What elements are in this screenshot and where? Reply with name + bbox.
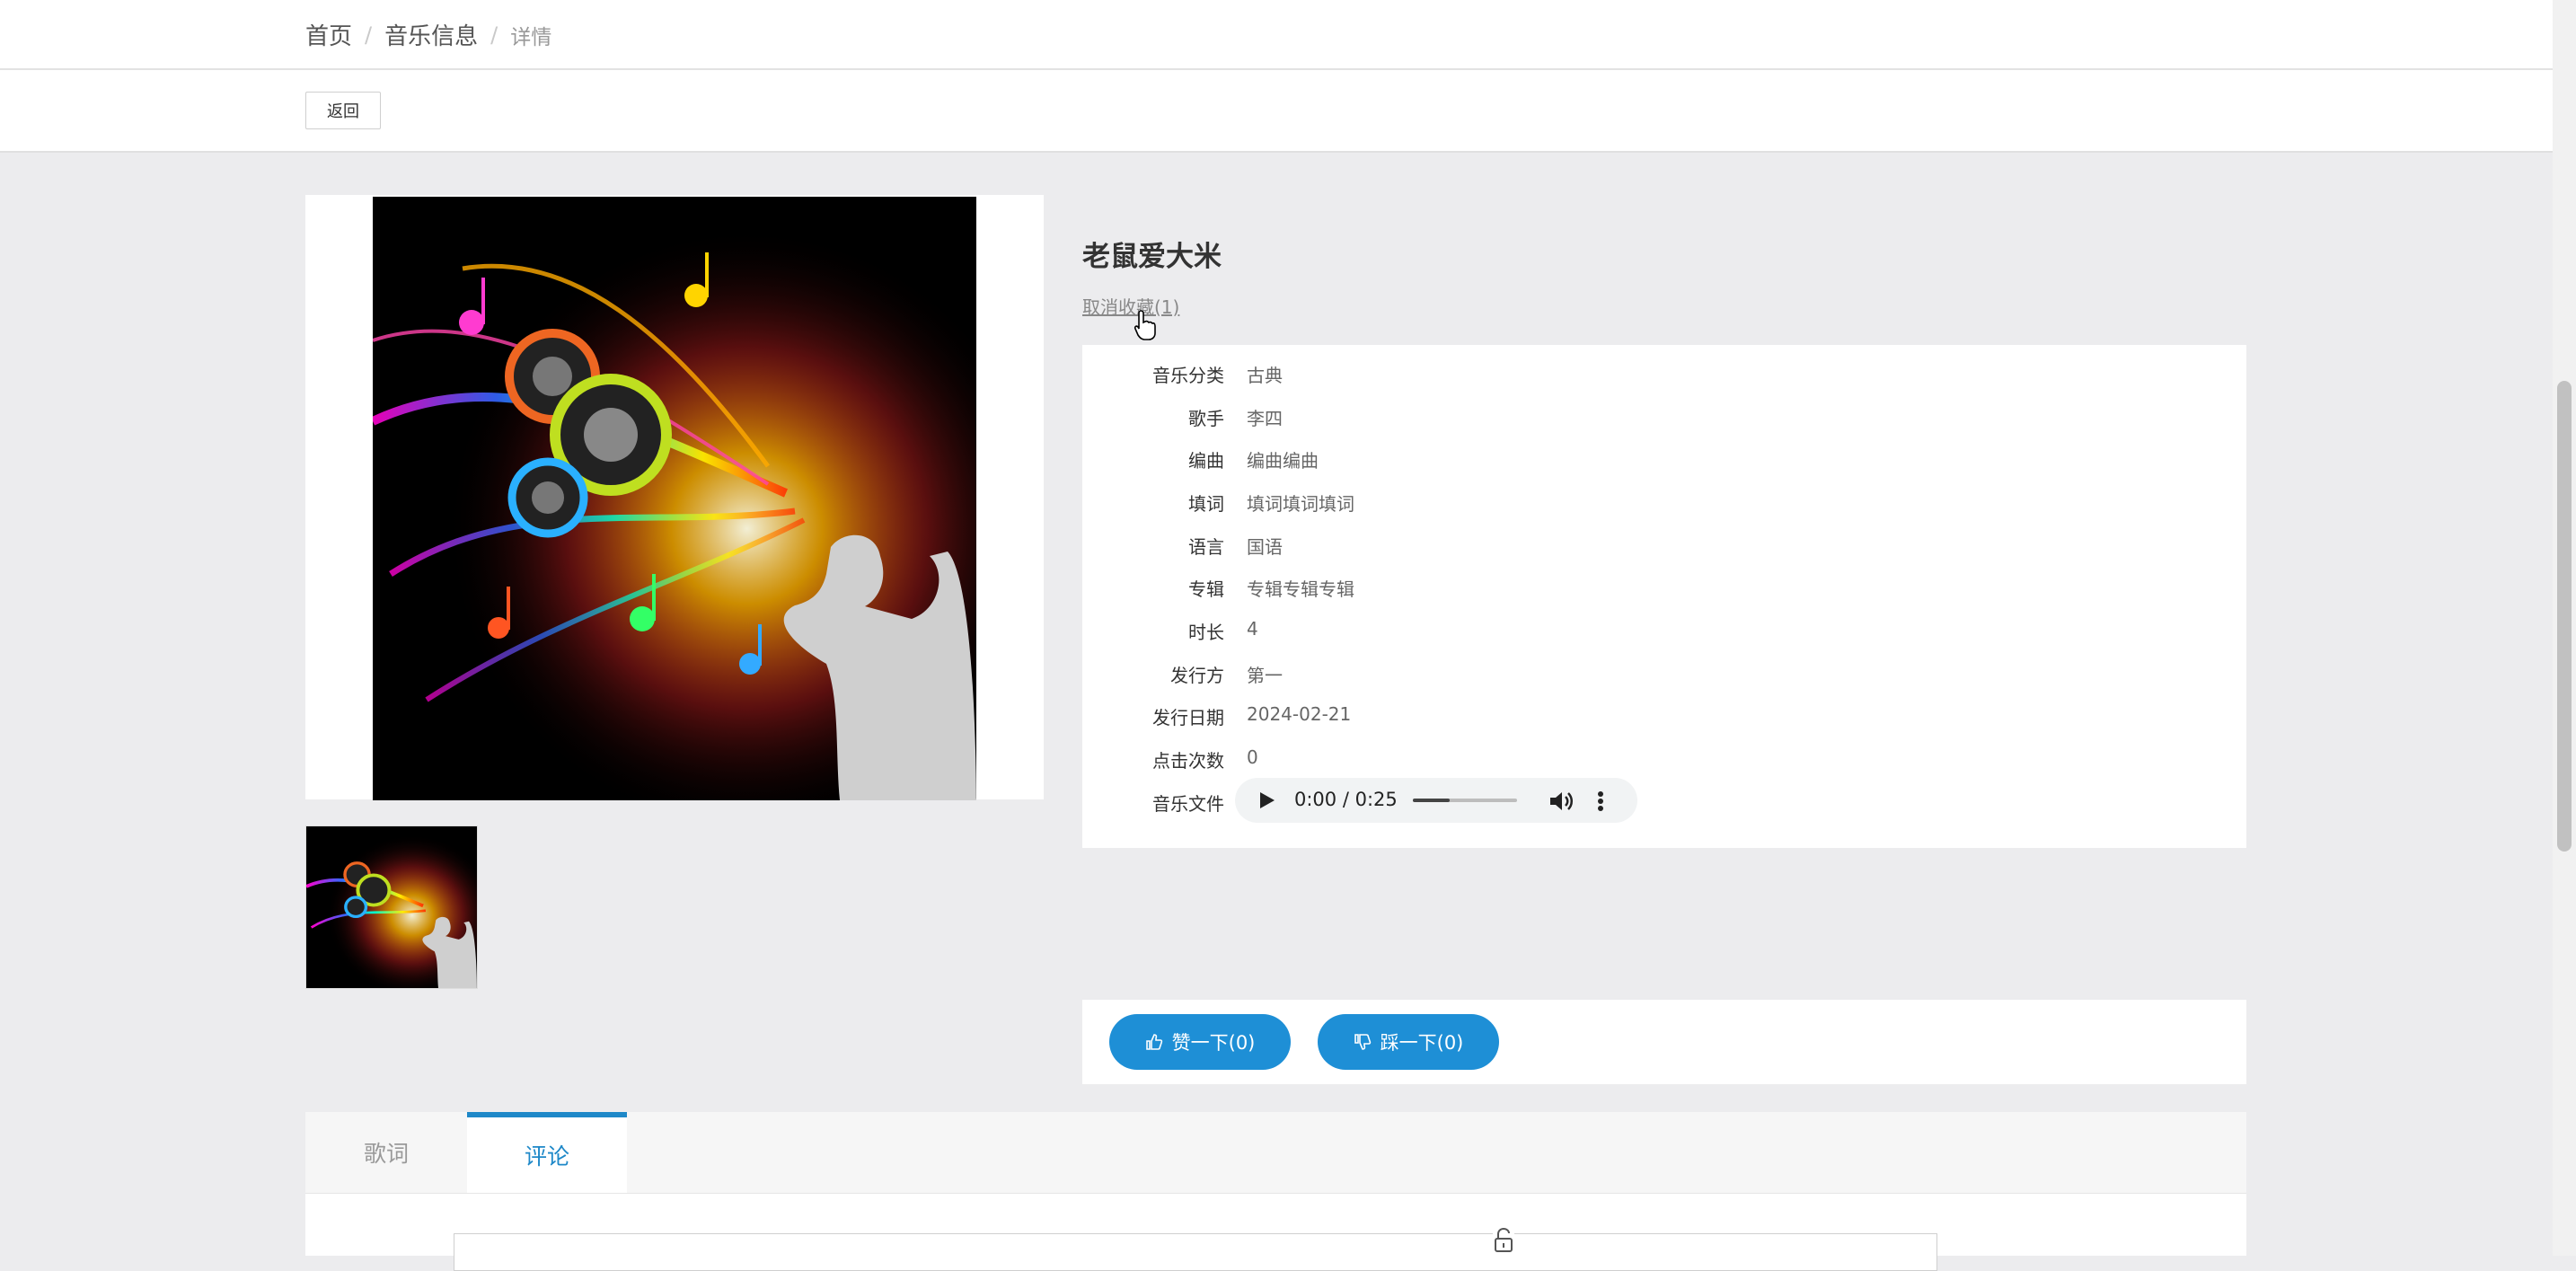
song-details-panel: 音乐分类 古典 歌手 李四 编曲 编曲编曲 填词 填词填词填词 语言 国语 专辑… <box>1082 345 2246 848</box>
detail-row-arranger: 编曲 编曲编曲 <box>1082 441 2246 477</box>
detail-label: 时长 <box>1188 622 1224 643</box>
detail-row-publisher: 发行方 第一 <box>1082 656 2246 692</box>
detail-label: 编曲 <box>1188 450 1224 472</box>
thumbs-up-icon <box>1145 1034 1162 1050</box>
detail-value: 0 <box>1247 746 1258 768</box>
tab-bar: 歌词 评论 <box>305 1112 2246 1194</box>
detail-row-lyricist: 填词 填词填词填词 <box>1082 484 2246 520</box>
back-button[interactable]: 返回 <box>305 92 381 129</box>
tab-comments[interactable]: 评论 <box>467 1112 627 1193</box>
song-title: 老鼠爱大米 <box>1082 241 1222 273</box>
comment-editor[interactable] <box>454 1233 1937 1271</box>
thumbnail-image[interactable] <box>305 825 478 989</box>
detail-label: 发行日期 <box>1152 707 1224 728</box>
audio-player[interactable]: 0:00 / 0:25 <box>1235 778 1637 823</box>
detail-value: 填词填词填词 <box>1247 493 1354 515</box>
breadcrumb-home[interactable]: 首页 <box>305 18 352 51</box>
hand-cursor-icon <box>1134 310 1156 340</box>
detail-value: 第一 <box>1247 665 1283 686</box>
tab-lyrics[interactable]: 歌词 <box>305 1112 467 1193</box>
breadcrumb-separator: / <box>365 22 373 48</box>
detail-label: 语言 <box>1188 536 1224 558</box>
detail-value: 4 <box>1247 618 1258 640</box>
detail-row-language: 语言 国语 <box>1082 527 2246 563</box>
detail-label: 歌手 <box>1188 408 1224 429</box>
volume-icon[interactable] <box>1548 789 1575 814</box>
lock-icon[interactable] <box>1493 1227 1514 1254</box>
dislike-label: 踩一下(0) <box>1380 1032 1464 1054</box>
tab-content <box>305 1194 2246 1271</box>
image-panel <box>305 195 1044 800</box>
detail-row-release-date: 发行日期 2024-02-21 <box>1082 698 2246 734</box>
more-options-icon[interactable] <box>1596 789 1605 814</box>
detail-value: 编曲编曲 <box>1247 450 1319 472</box>
detail-row-singer: 歌手 李四 <box>1082 399 2246 435</box>
breadcrumb-separator: / <box>490 22 498 48</box>
volume-slider[interactable] <box>1413 799 1517 802</box>
play-icon[interactable] <box>1260 792 1275 808</box>
unfavorite-link[interactable]: 取消收藏(1) <box>1082 293 1179 319</box>
detail-value: 李四 <box>1247 408 1283 429</box>
volume-slider-fill <box>1413 799 1450 802</box>
breadcrumb-current: 详情 <box>510 25 552 49</box>
breadcrumb-bar: 首页 / 音乐信息 / 详情 <box>0 0 2553 70</box>
action-bar: 返回 <box>0 70 2553 153</box>
thumbs-down-icon <box>1354 1034 1371 1050</box>
audio-time: 0:00 / 0:25 <box>1294 789 1398 810</box>
scrollbar-thumb[interactable] <box>2557 381 2572 852</box>
detail-label: 发行方 <box>1170 665 1224 686</box>
detail-value: 专辑专辑专辑 <box>1247 578 1354 600</box>
detail-label: 点击次数 <box>1152 750 1224 772</box>
vote-panel: 赞一下(0) 踩一下(0) <box>1082 1000 2246 1084</box>
detail-label: 音乐文件 <box>1152 793 1224 815</box>
detail-value: 2024-02-21 <box>1247 703 1352 725</box>
detail-label: 填词 <box>1188 493 1224 515</box>
detail-row-album: 专辑 专辑专辑专辑 <box>1082 569 2246 605</box>
breadcrumb-music-info[interactable]: 音乐信息 <box>384 18 478 51</box>
detail-row-category: 音乐分类 古典 <box>1082 356 2246 392</box>
detail-label: 音乐分类 <box>1152 365 1224 386</box>
breadcrumb: 首页 / 音乐信息 / 详情 <box>305 18 551 51</box>
dislike-button[interactable]: 踩一下(0) <box>1318 1014 1499 1070</box>
detail-value: 古典 <box>1247 365 1283 386</box>
detail-value: 国语 <box>1247 536 1283 558</box>
detail-row-clicks: 点击次数 0 <box>1082 741 2246 777</box>
like-button[interactable]: 赞一下(0) <box>1109 1014 1291 1070</box>
detail-row-duration: 时长 4 <box>1082 613 2246 649</box>
song-cover-image <box>373 197 976 800</box>
like-label: 赞一下(0) <box>1171 1032 1256 1054</box>
detail-label: 专辑 <box>1188 578 1224 600</box>
